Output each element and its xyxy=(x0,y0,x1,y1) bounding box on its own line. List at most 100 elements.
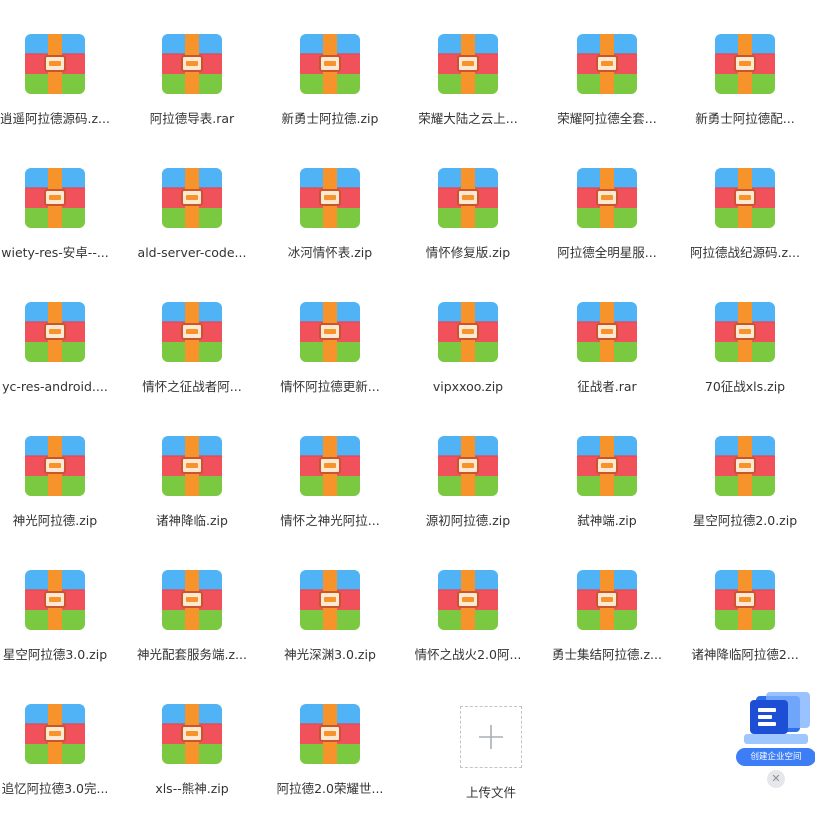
file-item[interactable]: xls--熊神.zip xyxy=(137,704,247,814)
file-name: 逍遥阿拉德源码.z... xyxy=(0,111,110,126)
archive-file-icon xyxy=(162,704,222,764)
plus-icon xyxy=(479,725,503,749)
file-item[interactable]: 新勇士阿拉德.zip xyxy=(275,34,385,144)
archive-file-icon xyxy=(577,168,637,228)
archive-file-icon xyxy=(715,436,775,496)
file-name: 神光深渊3.0.zip xyxy=(284,647,376,662)
file-name: 诸神降临阿拉德2... xyxy=(691,647,799,662)
archive-file-icon xyxy=(577,34,637,94)
file-name: 荣耀大陆之云上... xyxy=(418,111,518,126)
archive-file-icon xyxy=(577,302,637,362)
file-item[interactable]: 星空阿拉德3.0.zip xyxy=(0,570,110,680)
enterprise-space-icon xyxy=(744,692,810,744)
upload-label: 上传文件 xyxy=(465,785,516,800)
archive-file-icon xyxy=(300,168,360,228)
file-name: 阿拉德2.0荣耀世... xyxy=(276,781,384,796)
file-item[interactable]: 荣耀阿拉德全套... xyxy=(552,34,662,144)
file-name: 情怀之征战者阿... xyxy=(142,379,242,394)
file-item[interactable]: 诸神降临阿拉德2... xyxy=(690,570,800,680)
file-name: 新勇士阿拉德.zip xyxy=(281,111,379,126)
file-name: 70征战xls.zip xyxy=(704,379,786,394)
archive-file-icon xyxy=(715,34,775,94)
file-item[interactable]: 神光阿拉德.zip xyxy=(0,436,110,546)
file-item[interactable]: vipxxoo.zip xyxy=(413,302,523,412)
file-item[interactable]: 星空阿拉德2.0.zip xyxy=(690,436,800,546)
file-item[interactable]: 弑神端.zip xyxy=(552,436,662,546)
file-item[interactable]: wiety-res-安卓--... xyxy=(0,168,110,278)
file-name: vipxxoo.zip xyxy=(432,379,504,394)
file-name: 弑神端.zip xyxy=(577,513,637,528)
file-item[interactable]: 荣耀大陆之云上... xyxy=(413,34,523,144)
file-name: wiety-res-安卓--... xyxy=(1,245,109,260)
file-name: 冰河情怀表.zip xyxy=(287,245,373,260)
archive-file-icon xyxy=(715,168,775,228)
file-name: 源初阿拉德.zip xyxy=(425,513,511,528)
file-name: 新勇士阿拉德配... xyxy=(695,111,795,126)
file-name: 征战者.rar xyxy=(577,379,637,394)
file-item[interactable]: 阿拉德2.0荣耀世... xyxy=(275,704,385,814)
file-name: 情怀阿拉德更新... xyxy=(280,379,380,394)
archive-file-icon xyxy=(162,168,222,228)
archive-file-icon xyxy=(438,168,498,228)
file-item[interactable]: 70征战xls.zip xyxy=(690,302,800,412)
file-name: 阿拉德导表.rar xyxy=(149,111,235,126)
file-name: 情怀之战火2.0阿... xyxy=(414,647,522,662)
archive-file-icon xyxy=(715,302,775,362)
file-item[interactable]: 阿拉德全明星服... xyxy=(552,168,662,278)
file-name: xls--熊神.zip xyxy=(155,781,229,796)
file-name: 情怀修复版.zip xyxy=(425,245,511,260)
file-item[interactable]: yc-res-android.... xyxy=(0,302,110,412)
archive-file-icon xyxy=(25,436,85,496)
archive-file-icon xyxy=(577,436,637,496)
archive-file-icon xyxy=(438,34,498,94)
archive-file-icon xyxy=(162,436,222,496)
file-item[interactable]: 征战者.rar xyxy=(552,302,662,412)
file-item[interactable]: 神光配套服务端.z... xyxy=(137,570,247,680)
file-name: 星空阿拉德2.0.zip xyxy=(692,513,798,528)
file-item[interactable]: 阿拉德导表.rar xyxy=(137,34,247,144)
close-icon[interactable]: ✕ xyxy=(767,770,785,788)
archive-file-icon xyxy=(438,302,498,362)
file-name: 神光阿拉德.zip xyxy=(12,513,98,528)
file-item[interactable]: 情怀之神光阿拉... xyxy=(275,436,385,546)
file-item[interactable]: 诸神降临.zip xyxy=(137,436,247,546)
file-item[interactable]: 神光深渊3.0.zip xyxy=(275,570,385,680)
archive-file-icon xyxy=(25,704,85,764)
create-enterprise-space-widget[interactable]: 创建企业空间 ✕ xyxy=(736,688,815,788)
file-item[interactable]: 新勇士阿拉德配... xyxy=(690,34,800,144)
file-item[interactable]: 情怀阿拉德更新... xyxy=(275,302,385,412)
archive-file-icon xyxy=(715,570,775,630)
file-name: 星空阿拉德3.0.zip xyxy=(2,647,108,662)
archive-file-icon xyxy=(300,302,360,362)
archive-file-icon xyxy=(300,34,360,94)
upload-file-button[interactable]: 上传文件 xyxy=(436,706,546,806)
archive-file-icon xyxy=(162,34,222,94)
file-name: ald-server-code... xyxy=(137,245,247,260)
file-item[interactable]: 情怀之征战者阿... xyxy=(137,302,247,412)
archive-file-icon xyxy=(25,302,85,362)
file-name: yc-res-android.... xyxy=(2,379,108,394)
file-grid: 逍遥阿拉德源码.z... 阿拉德导表.rar 新勇士阿拉德.zip 荣耀大陆之云… xyxy=(0,0,815,807)
file-name: 阿拉德战纪源码.z... xyxy=(690,245,800,260)
file-item[interactable]: 逍遥阿拉德源码.z... xyxy=(0,34,110,144)
file-item[interactable]: ald-server-code... xyxy=(137,168,247,278)
file-item[interactable]: 情怀修复版.zip xyxy=(413,168,523,278)
archive-file-icon xyxy=(300,436,360,496)
file-item[interactable]: 情怀之战火2.0阿... xyxy=(413,570,523,680)
create-enterprise-space-button[interactable]: 创建企业空间 xyxy=(736,748,815,766)
archive-file-icon xyxy=(25,168,85,228)
archive-file-icon xyxy=(438,570,498,630)
file-name: 勇士集结阿拉德.z... xyxy=(552,647,662,662)
archive-file-icon xyxy=(25,34,85,94)
file-item[interactable]: 追忆阿拉德3.0完... xyxy=(0,704,110,814)
file-item[interactable]: 勇士集结阿拉德.z... xyxy=(552,570,662,680)
file-item[interactable]: 源初阿拉德.zip xyxy=(413,436,523,546)
archive-file-icon xyxy=(300,704,360,764)
archive-file-icon xyxy=(25,570,85,630)
upload-dropzone[interactable] xyxy=(460,706,522,768)
file-name: 情怀之神光阿拉... xyxy=(280,513,380,528)
archive-file-icon xyxy=(162,302,222,362)
archive-file-icon xyxy=(300,570,360,630)
file-item[interactable]: 冰河情怀表.zip xyxy=(275,168,385,278)
file-item[interactable]: 阿拉德战纪源码.z... xyxy=(690,168,800,278)
